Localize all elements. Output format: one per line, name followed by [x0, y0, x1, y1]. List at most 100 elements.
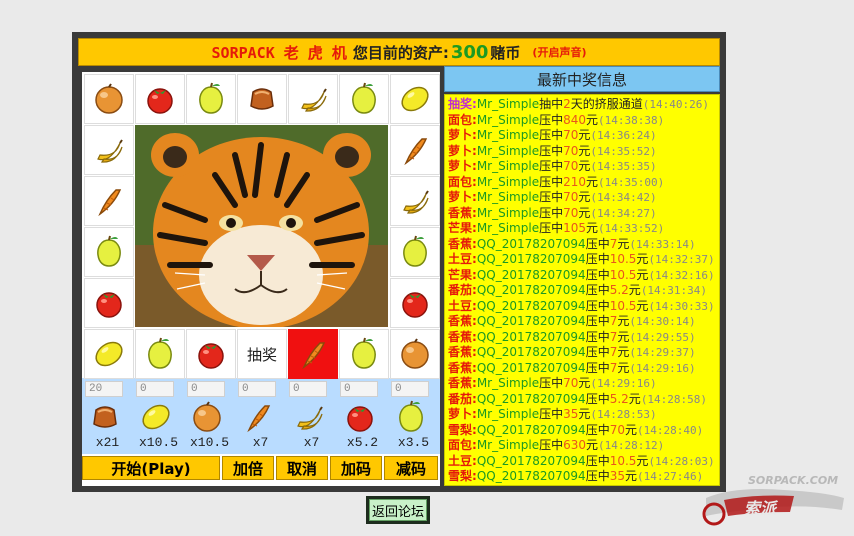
winner-type: 香蕉: [448, 376, 477, 390]
board-cell-active [288, 329, 338, 379]
winner-action: 压中 [539, 159, 564, 173]
winner-unit: 元 [578, 407, 591, 421]
winner-type: 土豆: [448, 453, 477, 468]
winner-time: (14:29:55) [629, 330, 696, 344]
raise-bet-button[interactable]: 加码 [330, 456, 382, 480]
winner-action: 压中 [585, 422, 610, 437]
winner-user: QQ_20178207094 [476, 453, 586, 468]
bet-amount-input[interactable]: 0 [238, 381, 276, 397]
winner-action: 压中 [539, 205, 564, 220]
carrot-icon[interactable] [241, 400, 277, 434]
start-button[interactable]: 开始(Play) [82, 456, 220, 480]
winner-type: 雪梨: [448, 469, 477, 483]
winner-user: QQ_20178207094 [476, 360, 586, 375]
winner-user: Mr_Simple [476, 190, 540, 204]
bet-amount-input[interactable]: 0 [289, 381, 327, 397]
winner-time: (14:34:27) [590, 206, 657, 220]
winner-type: 香蕉: [448, 360, 477, 375]
bet-amount-input[interactable]: 0 [136, 381, 174, 397]
board-cell [390, 74, 440, 124]
carrot-icon [92, 184, 126, 218]
winner-time: (14:28:12) [598, 439, 665, 452]
sound-toggle-link[interactable]: (开启声音) [532, 44, 586, 60]
winner-user: Mr_Simple [476, 438, 540, 452]
winner-action: 压中 [585, 267, 610, 282]
winner-action: 压中 [585, 236, 610, 251]
tiger-image [135, 125, 388, 327]
winner-row: 香蕉:QQ_20178207094压中7元(14:29:16) [448, 361, 719, 377]
winner-user: Mr_Simple [476, 159, 540, 173]
board-cell [390, 329, 440, 379]
lower-bet-button[interactable]: 减码 [384, 456, 438, 480]
bet-amount-input[interactable]: 0 [340, 381, 378, 397]
orange-icon[interactable] [190, 400, 226, 434]
winner-unit: 元 [628, 283, 641, 297]
winner-row: 雪梨:QQ_20178207094压中70元(14:28:40) [448, 423, 719, 439]
bread-icon[interactable] [88, 400, 124, 434]
board-cell [390, 227, 440, 277]
pear-icon [347, 337, 381, 371]
winner-user: QQ_20178207094 [476, 252, 586, 266]
winner-amount: 210 [563, 174, 586, 189]
winners-list: 抽奖:Mr_Simple抽中2天的挤服通道(14:40:26) 面包:Mr_Sim… [444, 94, 720, 486]
back-to-forum[interactable]: 返回论坛 [366, 496, 430, 524]
winner-amount: 70 [609, 422, 625, 437]
winner-action: 压中 [585, 345, 610, 359]
winner-unit: 元 [636, 267, 649, 282]
pear-icon[interactable] [394, 400, 430, 434]
pear-icon [347, 82, 381, 116]
winner-unit: 元 [586, 112, 599, 127]
winner-time: (14:28:03) [648, 454, 715, 468]
winner-time: (14:35:00) [598, 175, 665, 189]
bet-amount-input[interactable]: 20 [85, 381, 123, 397]
bet-amount-input[interactable]: 0 [187, 381, 225, 397]
winner-unit: 元 [586, 221, 599, 235]
winner-action: 压中 [539, 438, 564, 452]
winner-row: 萝卜:Mr_Simple压中35元(14:28:53) [448, 407, 719, 423]
banana-icon[interactable] [292, 400, 328, 434]
bet-odds: x10.5 [189, 435, 229, 450]
winner-action: 压中 [585, 453, 610, 468]
winner-amount: 70 [563, 205, 579, 220]
board-cell [339, 74, 389, 124]
board-cell [84, 329, 134, 379]
double-button[interactable]: 加倍 [222, 456, 274, 480]
winner-row: 面包:Mr_Simple压中210元(14:35:00) [448, 175, 719, 191]
winner-row: 面包:Mr_Simple压中630元(14:28:12) [448, 438, 719, 454]
winner-type: 香蕉: [448, 205, 477, 220]
back-to-forum-button[interactable]: 返回论坛 [369, 499, 427, 521]
winner-row: 萝卜:Mr_Simple压中70元(14:35:52) [448, 144, 719, 160]
winner-row: 香蕉:Mr_Simple压中70元(14:29:16) [448, 376, 719, 392]
winner-action: 压中 [539, 376, 564, 390]
winner-row: 芒果:Mr_Simple压中105元(14:33:52) [448, 221, 719, 237]
bread-icon [245, 82, 279, 116]
winner-row: 芒果:QQ_20178207094压中10.5元(14:32:16) [448, 268, 719, 284]
winner-unit: 元 [628, 391, 641, 406]
lemon-icon[interactable] [139, 400, 175, 434]
pear-icon [398, 235, 432, 269]
winner-row: 香蕉:QQ_20178207094压中7元(14:29:37) [448, 345, 719, 361]
winner-type: 面包: [448, 174, 477, 189]
winner-row: 香蕉:QQ_20178207094压中7元(14:29:55) [448, 330, 719, 346]
winner-type: 面包: [448, 112, 477, 127]
tomato-icon[interactable] [343, 400, 379, 434]
winner-amount: 70 [563, 159, 579, 173]
pear-icon [143, 337, 177, 371]
winner-type: 萝卜: [448, 128, 477, 142]
board-cell [186, 329, 236, 379]
winner-type: 香蕉: [448, 314, 477, 328]
winner-user: Mr_Simple [476, 376, 540, 390]
cancel-button[interactable]: 取消 [276, 456, 328, 480]
winner-type: 萝卜: [448, 407, 477, 421]
bet-odds: x10.5 [138, 435, 178, 450]
winner-row: 萝卜:Mr_Simple压中70元(14:34:42) [448, 190, 719, 206]
winner-type: 抽奖: [448, 97, 477, 111]
winner-amount: 70 [563, 190, 579, 204]
bet-amount-input[interactable]: 0 [391, 381, 429, 397]
winner-row: 香蕉:QQ_20178207094压中7元(14:33:14) [448, 237, 719, 253]
board-cell [84, 176, 134, 226]
assets-label: 您目前的资产: [352, 43, 449, 62]
winner-row: 萝卜:Mr_Simple压中70元(14:35:35) [448, 159, 719, 175]
winner-type: 香蕉: [448, 236, 477, 251]
winner-amount: 105 [563, 221, 586, 235]
